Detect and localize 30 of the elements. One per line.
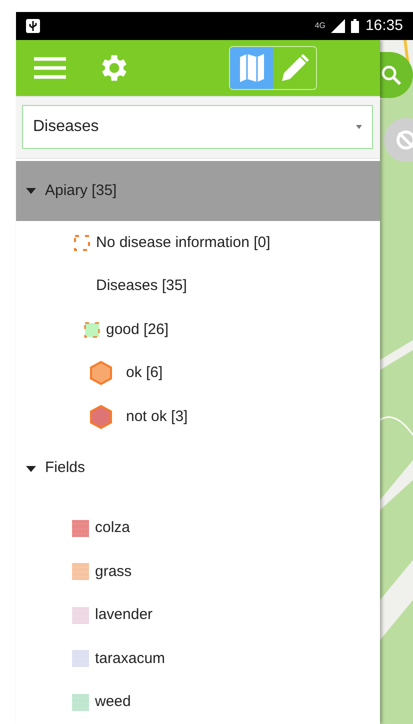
legend-label: good [26] — [106, 320, 169, 340]
menu-icon[interactable] — [34, 56, 66, 80]
network-label: 4G — [314, 22, 326, 30]
group-header[interactable]: Fields — [16, 438, 380, 498]
dashed-square-icon — [74, 234, 90, 251]
circle-slash-icon — [394, 128, 413, 152]
legend-label: weed — [95, 692, 131, 712]
legend-label: taraxacum — [95, 648, 166, 668]
battery-icon — [351, 19, 360, 33]
group-header[interactable]: Apiary [35] — [16, 161, 380, 221]
layer-dropdown[interactable]: Diseases — [22, 105, 373, 150]
legend-label: colza — [95, 518, 130, 538]
legend-label: not ok [3] — [126, 406, 188, 426]
legend-label: ok [6] — [126, 363, 163, 383]
map-icon — [238, 52, 264, 83]
legend-label: lavender — [95, 605, 153, 625]
legend-label: No disease information [0] — [96, 232, 270, 252]
caret-down-icon — [26, 464, 36, 474]
legend-label: Diseases [35] — [96, 276, 187, 296]
caret-down-icon — [26, 186, 36, 196]
map-mode-button[interactable] — [230, 46, 273, 89]
clock: 16:35 — [365, 16, 403, 36]
usb-icon — [26, 19, 40, 33]
signal-icon — [331, 19, 346, 33]
group-label: Fields — [45, 458, 86, 478]
legend-label: grass — [95, 562, 132, 582]
group-label: Apiary [35] — [45, 180, 117, 201]
pencil-icon — [280, 52, 310, 83]
search-icon — [380, 64, 402, 86]
caret-icon — [356, 125, 362, 130]
